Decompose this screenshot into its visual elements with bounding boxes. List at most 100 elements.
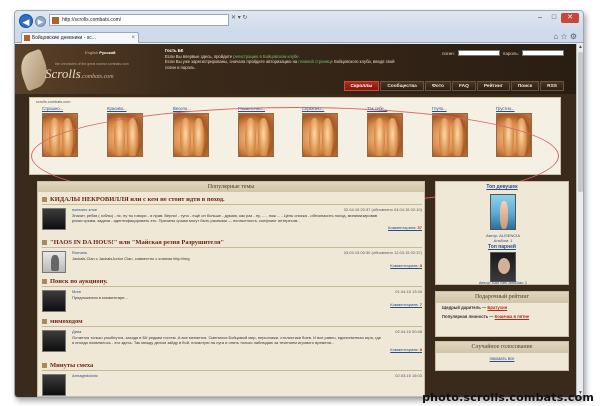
password-input[interactable] bbox=[522, 50, 564, 56]
gallery-item[interactable]: Серьёзно... bbox=[302, 106, 344, 172]
topic-avatar[interactable] bbox=[42, 251, 66, 273]
topic-comments-link[interactable]: Комментариев: 8 bbox=[42, 263, 422, 268]
nav-faq[interactable]: FAQ bbox=[451, 81, 476, 91]
address-tools[interactable]: ✕ ▾ ↻ bbox=[231, 14, 247, 21]
back-button[interactable]: ◀ bbox=[19, 14, 33, 28]
gallery-thumbnail[interactable] bbox=[238, 113, 274, 157]
topic-excerpt: Предложения в комментари... bbox=[72, 295, 128, 300]
nav-communities[interactable]: Сообщества bbox=[380, 81, 424, 91]
gallery-item-label[interactable]: Весело... bbox=[173, 106, 215, 111]
home-star-gear-icon[interactable]: ⌂ ☆ ⚙ bbox=[553, 32, 577, 41]
gallery-item[interactable]: Красиво... bbox=[107, 106, 149, 172]
minimize-button[interactable]: – bbox=[533, 13, 547, 23]
topic-author[interactable]: Armageddonic bbox=[72, 373, 98, 378]
gallery-item-label[interactable]: Так себе... bbox=[367, 106, 409, 111]
nav-rss[interactable]: RSS bbox=[540, 81, 564, 91]
watermark: photo.scrolls.combats.com bbox=[422, 391, 594, 404]
main-page-link[interactable]: главной странице bbox=[298, 59, 333, 64]
topic-author[interactable]: More bbox=[72, 289, 81, 294]
nav-rating[interactable]: Рейтинг bbox=[476, 81, 510, 91]
sidebar: Топ девушек Автор: ALISENCIA Альбом: 1 То… bbox=[435, 181, 569, 397]
scroll-up-icon[interactable]: ▲ bbox=[577, 44, 583, 51]
topic-item: Поиск по аукциону. More 01.04.15 13:34 Пр… bbox=[42, 278, 422, 312]
topic-bullet-icon bbox=[42, 319, 47, 324]
browser-window: ◀ ▶ http://scrolls.combats.com/ ✕ ▾ ↻ – … bbox=[14, 10, 584, 398]
gallery-item-label[interactable]: Красиво... bbox=[107, 106, 149, 111]
gift-rating: Подарочный рейтинг Щедрый даритель — Бра… bbox=[435, 291, 569, 337]
gallery-item[interactable]: Страшно... bbox=[42, 106, 84, 172]
login-form: логин: пароль: bbox=[442, 50, 564, 56]
login-input[interactable] bbox=[457, 50, 500, 56]
guest-title: Гость БК bbox=[165, 48, 184, 53]
nav-photo[interactable]: Фото bbox=[424, 81, 451, 91]
topic-title[interactable]: "HAOS IN DA HOUS!" или "Майская резня Ра… bbox=[42, 239, 422, 248]
rating-title: Подарочный рейтинг bbox=[436, 292, 568, 303]
topic-avatar[interactable] bbox=[42, 208, 66, 230]
register-link[interactable]: регистрацию в Бойцовском клубе. bbox=[233, 54, 300, 59]
generous-giver: Щедрый даритель — Братухин bbox=[442, 305, 508, 310]
password-label: пароль: bbox=[502, 50, 519, 56]
gallery-item-label[interactable]: Грустно... bbox=[496, 106, 538, 111]
topic-author[interactable]: Дина bbox=[72, 329, 81, 334]
browser-tab[interactable]: Бойцовские дневники - sc... × bbox=[21, 32, 139, 43]
topic-comments-link[interactable]: Комментариев: 7 bbox=[42, 302, 422, 307]
gallery-thumbnail[interactable] bbox=[367, 113, 403, 157]
gallery-thumbnail[interactable] bbox=[496, 113, 532, 157]
nav-scrolls[interactable]: Скроллы bbox=[343, 81, 380, 91]
gallery-item-label[interactable]: Романтично... bbox=[238, 106, 280, 111]
gallery-item-label[interactable]: Глупо... bbox=[432, 106, 474, 111]
site-tagline: the chronicles of the great warrior comb… bbox=[55, 62, 129, 66]
maximize-button[interactable]: □ bbox=[547, 13, 561, 23]
topic-excerpt: Значит, ребзя ( гоблы) - пс, ну ты говор… bbox=[72, 213, 378, 223]
topic-date: 02.03.15 16:03 bbox=[395, 373, 422, 378]
gallery-thumbnail[interactable] bbox=[107, 113, 143, 157]
lang-russian[interactable]: Русский bbox=[99, 50, 115, 55]
topic-item: КИДАЛЫ НЕКРОВИЛЛЯ или с кем не стоит идт… bbox=[42, 196, 422, 230]
poll-show-all-link[interactable]: показать все bbox=[436, 356, 568, 361]
site-logo[interactable]: Scrolls.combats.com bbox=[15, 48, 141, 92]
logo-text: Scrolls.combats.com bbox=[45, 66, 114, 81]
topic-comments-link[interactable]: Комментариев: 8 bbox=[42, 347, 422, 352]
tab-close-icon[interactable]: × bbox=[131, 33, 135, 43]
login-label: логин: bbox=[441, 50, 455, 56]
address-bar[interactable]: http://scrolls.combats.com/ bbox=[49, 14, 229, 26]
topic-author[interactable]: поехало злое bbox=[72, 207, 97, 212]
top-photos: Топ девушек Автор: ALISENCIA Альбом: 1 То… bbox=[435, 181, 569, 285]
close-window-button[interactable]: ✕ bbox=[561, 13, 579, 23]
topic-author[interactable]: Romario bbox=[72, 250, 87, 255]
page-scrollbar[interactable]: ▲ ▼ bbox=[576, 44, 583, 397]
gallery-thumbnail[interactable] bbox=[432, 113, 468, 157]
address-url: http://scrolls.combats.com/ bbox=[62, 17, 122, 23]
topic-date: 02.04.15 00:48 bbox=[395, 329, 422, 334]
gallery-item[interactable]: Глупо... bbox=[432, 106, 474, 172]
top-girls-link[interactable]: Топ девушек bbox=[436, 184, 568, 190]
topic-comments-link[interactable]: Комментариев: 37 bbox=[42, 225, 422, 230]
site-favicon-icon bbox=[52, 17, 59, 24]
top-guy-photo[interactable] bbox=[490, 252, 516, 282]
topic-avatar[interactable] bbox=[42, 330, 66, 352]
topic-updated: (обновлено 12.03.15 02:37) bbox=[371, 250, 422, 255]
gallery-item[interactable]: Так себе... bbox=[367, 106, 409, 172]
gallery-item[interactable]: Весело... bbox=[173, 106, 215, 172]
topic-title[interactable]: мимоходом bbox=[42, 318, 422, 327]
gallery-thumbnail[interactable] bbox=[173, 113, 209, 157]
topic-avatar[interactable] bbox=[42, 290, 66, 312]
gallery-thumbnail[interactable] bbox=[42, 113, 78, 157]
gallery-item-label[interactable]: Страшно... bbox=[42, 106, 84, 111]
topic-avatar[interactable] bbox=[42, 374, 66, 396]
topic-title[interactable]: КИДАЛЫ НЕКРОВИЛЛЯ или с кем не стоит идт… bbox=[42, 196, 422, 205]
gallery-item[interactable]: Романтично... bbox=[238, 106, 280, 172]
forward-button[interactable]: ▶ bbox=[35, 15, 46, 27]
gallery-thumbnail[interactable] bbox=[302, 113, 338, 157]
tab-bar: Бойцовские дневники - sc... × ⌂ ☆ ⚙ bbox=[15, 31, 583, 43]
topic-title[interactable]: Поиск по аукциону. bbox=[42, 278, 422, 287]
lang-english[interactable]: English bbox=[85, 50, 98, 55]
topic-item: "HAOS IN DA HOUS!" или "Майская резня Ра… bbox=[42, 239, 422, 273]
gallery-item[interactable]: Грустно... bbox=[496, 106, 538, 172]
top-girl-photo[interactable] bbox=[490, 194, 516, 230]
gallery-item-label[interactable]: Серьёзно... bbox=[302, 106, 344, 111]
scroll-thumb[interactable] bbox=[578, 52, 583, 192]
topic-title[interactable]: Минуты смеха bbox=[42, 362, 422, 371]
top-guys-link[interactable]: Топ парней bbox=[436, 244, 568, 250]
nav-search[interactable]: Поиск bbox=[510, 81, 540, 91]
